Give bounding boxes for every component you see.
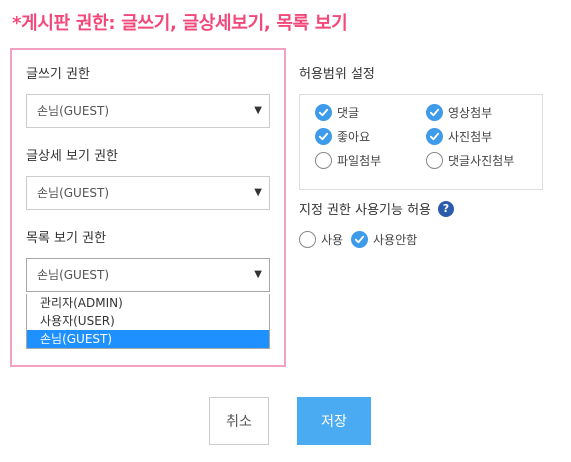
scope-label: 영상첨부 [448,106,493,120]
write-permission-value: 손님(GUEST) [37,104,110,118]
dropdown-option-user[interactable]: 사용자(USER) [27,312,269,330]
write-permission-select[interactable]: 손님(GUEST) ▼ [26,94,270,128]
save-button[interactable]: 저장 [297,397,371,445]
custom-permission-label: 지정 권한 사용기능 허용 ? [299,199,454,218]
list-permission-dropdown: 관리자(ADMIN) 사용자(USER) 손님(GUEST) [26,294,270,349]
cancel-button[interactable]: 취소 [209,397,269,445]
page-title: *게시판 권한: 글쓰기, 글상세보기, 목록 보기 [12,13,348,34]
unchecked-circle-icon [315,152,332,169]
radio-label: 사용안함 [373,233,418,247]
custom-radio-not-use[interactable]: 사용안함 [351,231,417,248]
radio-label: 사용 [321,233,344,247]
scope-checkbox-comment-photo[interactable]: 댓글사진첨부 [426,152,514,169]
custom-permission-text: 지정 권한 사용기능 허용 [299,203,431,218]
check-icon [426,104,443,121]
board-permission-dialog: *게시판 권한: 글쓰기, 글상세보기, 목록 보기 글쓰기 권한 손님(GUE… [0,0,571,462]
chevron-down-icon: ▼ [254,105,262,116]
scope-label: 댓글사진첨부 [448,154,515,168]
chevron-down-icon: ▼ [254,269,262,280]
detail-permission-select[interactable]: 손님(GUEST) ▼ [26,176,270,210]
dropdown-option-admin[interactable]: 관리자(ADMIN) [27,294,269,312]
list-permission-label: 목록 보기 권한 [26,231,107,246]
scope-label: 댓글 [337,106,360,120]
custom-radio-use[interactable]: 사용 [299,231,343,248]
check-icon [315,104,332,121]
scope-checkbox-comment[interactable]: 댓글 [315,104,359,121]
write-permission-label: 글쓰기 권한 [26,67,90,82]
scope-label: 좋아요 [337,130,371,144]
check-icon [351,231,368,248]
list-permission-value: 손님(GUEST) [37,268,110,282]
check-icon [315,128,332,145]
dropdown-option-guest[interactable]: 손님(GUEST) [27,330,269,348]
scope-label: 파일첨부 [337,154,382,168]
help-icon[interactable]: ? [438,200,454,217]
scope-title: 허용범위 설정 [299,67,375,82]
scope-checkbox-video[interactable]: 영상첨부 [426,104,492,121]
list-permission-select[interactable]: 손님(GUEST) ▼ [26,258,270,292]
scope-label: 사진첨부 [448,130,493,144]
detail-permission-value: 손님(GUEST) [37,186,110,200]
chevron-down-icon: ▼ [254,187,262,198]
check-icon [426,128,443,145]
unchecked-circle-icon [299,231,316,248]
scope-box: 댓글 영상첨부 좋아요 사진첨부 파일첨부 댓글사진첨부 [299,94,543,190]
scope-checkbox-photo[interactable]: 사진첨부 [426,128,492,145]
detail-permission-label: 글상세 보기 권한 [26,149,118,164]
permission-panel: 글쓰기 권한 손님(GUEST) ▼ 글상세 보기 권한 손님(GUEST) ▼… [10,48,286,367]
unchecked-circle-icon [426,152,443,169]
scope-checkbox-like[interactable]: 좋아요 [315,128,370,145]
scope-checkbox-file[interactable]: 파일첨부 [315,152,381,169]
